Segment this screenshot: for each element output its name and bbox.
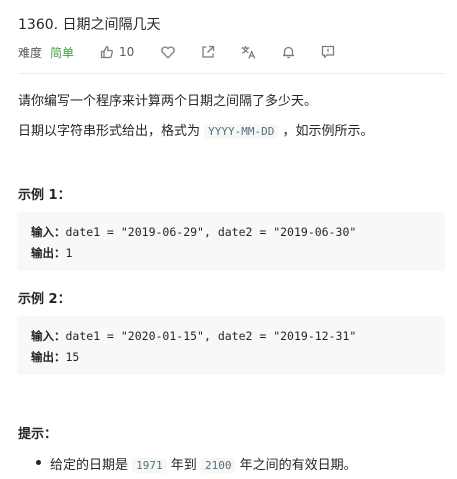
example-2-codeblock: 输入：date1 = "2020-01-15", date2 = "2019-1… xyxy=(17,316,445,375)
example-1-codeblock: 输入：date1 = "2019-06-29", date2 = "2019-0… xyxy=(17,212,445,271)
difficulty-badge: 简单 xyxy=(50,45,75,60)
hint-item: 给定的日期是 1971 年到 2100 年之间的有效日期。 xyxy=(50,454,357,473)
comment-icon[interactable] xyxy=(321,45,335,59)
example-2-output-label: 输出： xyxy=(31,350,66,364)
example-2-output-line: 输出：15 xyxy=(31,349,79,365)
hint-mid: 年到 xyxy=(170,458,197,473)
like-count: 10 xyxy=(119,45,135,59)
description-line-2-prefix: 日期以字符串形式给出，格式为 xyxy=(18,124,201,139)
hint-suffix: 年之间的有效日期。 xyxy=(239,458,357,473)
problem-meta-bar: 难度 简单 10 xyxy=(18,43,335,61)
header-divider xyxy=(18,73,444,74)
example-2-heading: 示例 2： xyxy=(18,292,71,307)
hint-year-end: 2100 xyxy=(200,458,236,473)
hint-prefix: 给定的日期是 xyxy=(50,458,129,473)
translate-icon[interactable] xyxy=(241,45,256,59)
description-line-2-suffix: ，如示例所示。 xyxy=(282,124,374,139)
hints-heading: 提示： xyxy=(18,427,58,442)
example-1-input-label: 输入： xyxy=(31,225,66,239)
example-1-input-value: date1 = "2019-06-29", date2 = "2019-06-3… xyxy=(65,225,357,239)
description-line-1: 请你编写一个程序来计算两个日期之间隔了多少天。 xyxy=(18,94,318,109)
heart-icon[interactable] xyxy=(161,45,176,59)
example-1-output-label: 输出： xyxy=(31,246,66,260)
example-2-output-value: 15 xyxy=(65,350,80,364)
date-format-code: YYYY-MM-DD xyxy=(204,124,279,139)
difficulty-label: 难度 xyxy=(18,45,43,60)
example-1-output-line: 输出：1 xyxy=(31,245,72,261)
example-1-output-value: 1 xyxy=(65,246,73,260)
problem-title: 1360. 日期之间隔几天 xyxy=(18,17,161,33)
example-2-input-line: 输入：date1 = "2020-01-15", date2 = "2019-1… xyxy=(31,328,356,344)
description-line-2: 日期以字符串形式给出，格式为 YYYY-MM-DD ，如示例所示。 xyxy=(18,120,374,139)
share-icon[interactable] xyxy=(201,45,215,59)
thumbs-up-icon[interactable] xyxy=(100,45,114,59)
hint-bullet xyxy=(36,460,41,465)
example-2-input-label: 输入： xyxy=(31,329,66,343)
hint-year-start: 1971 xyxy=(132,458,167,473)
bell-icon[interactable] xyxy=(282,45,295,59)
example-1-heading: 示例 1： xyxy=(18,188,71,203)
example-2-input-value: date1 = "2020-01-15", date2 = "2019-12-3… xyxy=(65,329,357,343)
example-1-input-line: 输入：date1 = "2019-06-29", date2 = "2019-0… xyxy=(31,224,356,240)
